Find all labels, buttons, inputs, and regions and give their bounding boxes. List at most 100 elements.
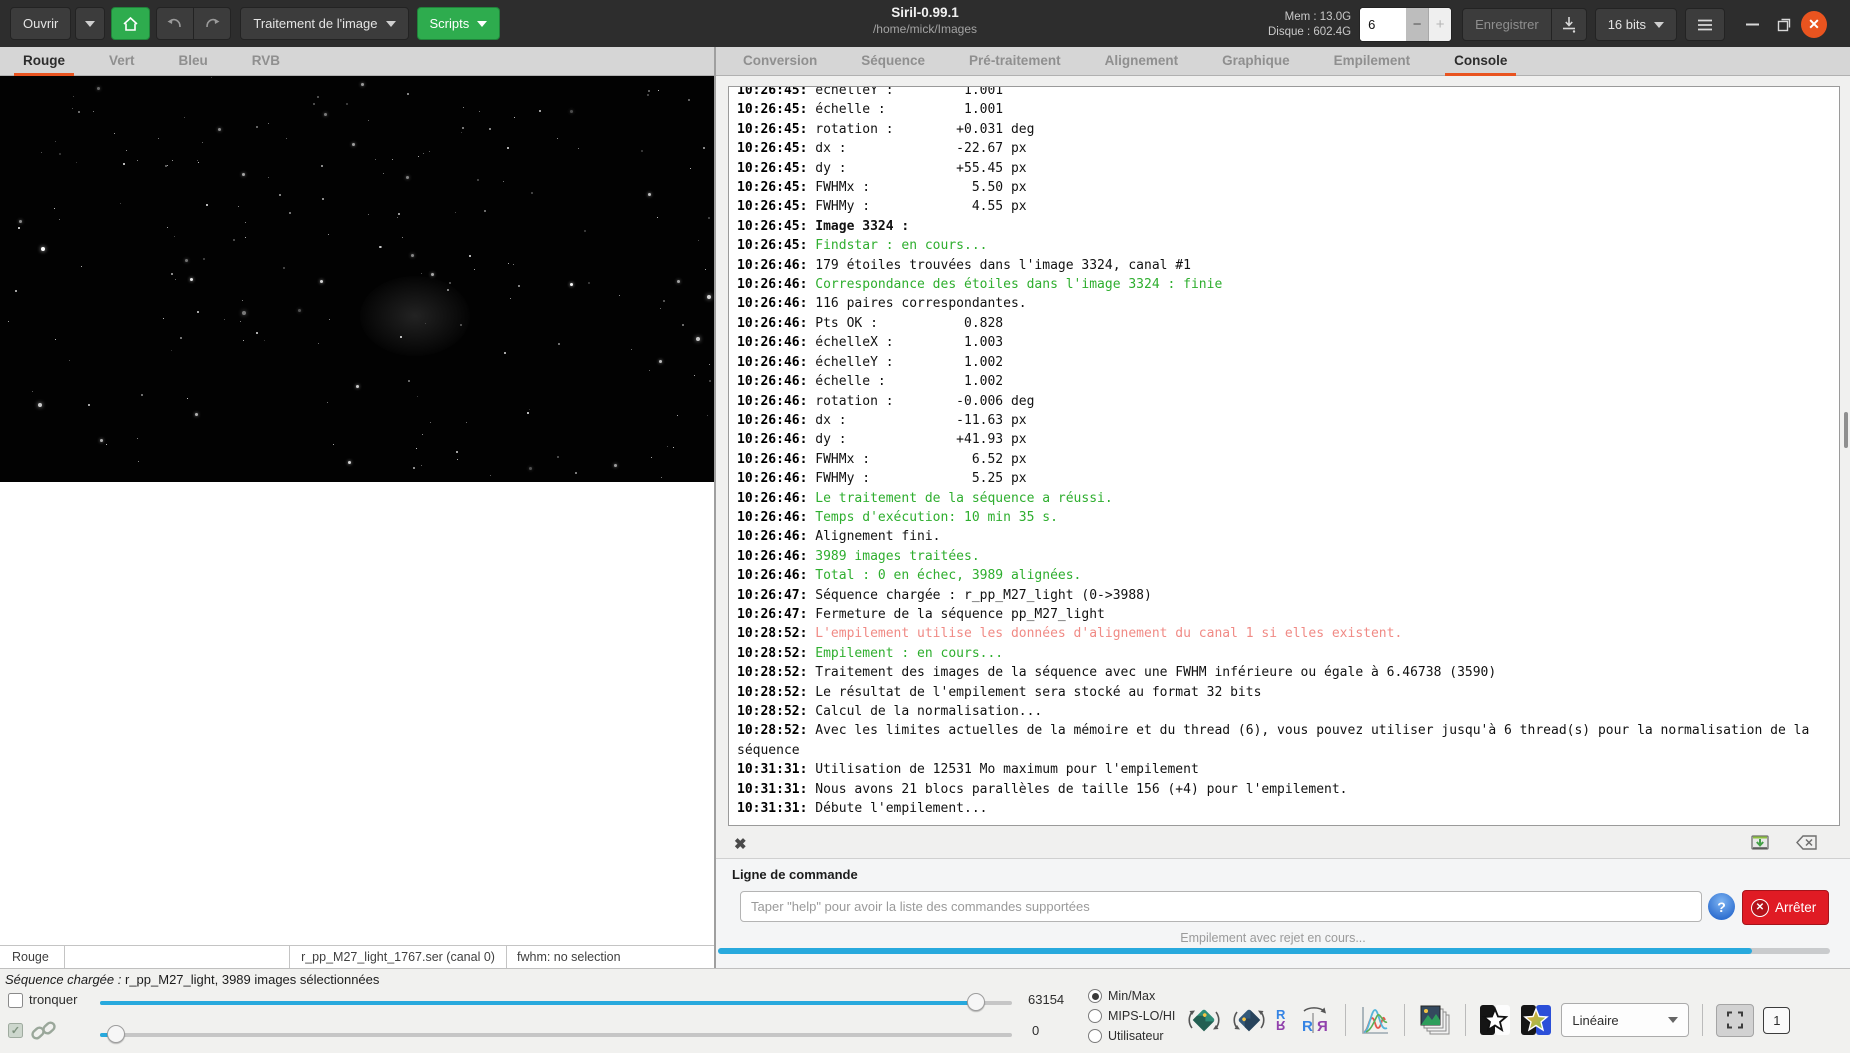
scripts-label: Scripts [429, 16, 470, 31]
resources-block: Mem : 13.0G Disque : 602.4G [1268, 10, 1351, 40]
tab-vert[interactable]: Vert [98, 47, 146, 76]
tab-bleu[interactable]: Bleu [168, 47, 219, 76]
clear-console-button[interactable] [1796, 835, 1818, 853]
display-footer: Séquence chargée : r_pp_M27_light, 3989 … [0, 968, 1850, 1053]
nebula-smudge [360, 276, 470, 356]
export-log-icon [1751, 834, 1769, 850]
help-button[interactable]: ? [1708, 893, 1735, 920]
mirror-horizontal-icon: R Я [1302, 1007, 1328, 1035]
link-checkbox[interactable]: ✓ [8, 1023, 23, 1038]
threads-increment-button[interactable]: + [1429, 8, 1452, 41]
menu-button[interactable] [1685, 8, 1725, 41]
radio-minmax[interactable]: Min/Max [1088, 989, 1155, 1003]
mirror-vertical-button[interactable]: R R [1276, 1008, 1285, 1033]
progress-fill [718, 948, 1753, 954]
console-line: 10:26:46: Le traitement de la séquence a… [737, 490, 1113, 506]
sequence-frames-button[interactable] [1418, 1003, 1452, 1037]
open-recent-button[interactable] [75, 7, 106, 40]
fit-to-window-button[interactable] [1716, 1003, 1755, 1037]
tab-conversion[interactable]: Conversion [732, 47, 828, 76]
tab-sequence[interactable]: Séquence [850, 47, 936, 76]
footer-toolbar: R R R Я Linéaire 1 [1186, 997, 1791, 1043]
channel-tabbar: Rouge Vert Bleu RVB [0, 47, 714, 76]
hi-threshold-slider[interactable] [100, 993, 1012, 1011]
histogram-icon [1362, 1007, 1389, 1034]
console-line: 10:31:31: Nous avons 21 blocs parallèles… [737, 781, 1348, 797]
console-line: 10:31:31: Utilisation de 12531 Mo maximu… [737, 762, 1199, 778]
console-line: 10:26:45: échelle : 1.001 [737, 102, 1004, 118]
radio-mips[interactable]: MIPS-LO/HI [1088, 1009, 1175, 1023]
console-line: 10:26:46: FWHMx : 6.52 px [737, 451, 1027, 467]
tab-rouge[interactable]: Rouge [12, 47, 76, 76]
radio-utilisateur[interactable]: Utilisateur [1088, 1029, 1164, 1043]
threads-decrement-button[interactable]: − [1406, 8, 1430, 41]
minimize-button[interactable] [1739, 12, 1765, 38]
close-button[interactable]: ✕ [1801, 11, 1827, 38]
command-input[interactable] [740, 891, 1702, 922]
console-line: 10:26:45: FWHMy : 4.55 px [737, 199, 1027, 215]
redo-icon [206, 18, 220, 27]
export-log-button[interactable] [1750, 834, 1770, 855]
stop-label: Arrêter [1775, 900, 1817, 915]
process-tabbar: Conversion Séquence Pré-traitement Align… [716, 47, 1850, 76]
histogram-button[interactable] [1359, 1004, 1391, 1036]
image-processing-label: Traitement de l'image [253, 16, 378, 31]
window-title-block: Siril-0.99.1 /home/mick/Images [700, 5, 1150, 36]
star-color-icon [1521, 1005, 1552, 1035]
command-section: Ligne de commande ? ✕ Arrêter Empilement… [716, 858, 1850, 968]
truncate-checkbox[interactable] [8, 993, 23, 1008]
chevron-down-icon [1668, 1017, 1679, 1023]
scripts-menu[interactable]: Scripts [416, 7, 501, 40]
console-line: 10:26:47: Séquence chargée : r_pp_M27_li… [737, 587, 1152, 603]
save-as-icon [1562, 17, 1575, 33]
console-line: 10:26:46: Pts OK : 0.828 [737, 315, 1004, 331]
scrollbar-thumb[interactable] [1844, 412, 1848, 448]
tab-pretraitement[interactable]: Pré-traitement [958, 47, 1072, 76]
tab-alignement[interactable]: Alignement [1094, 47, 1190, 76]
console-line: 10:26:47: Fermeture de la séquence pp_M2… [737, 606, 1105, 622]
undo-button[interactable] [156, 7, 195, 40]
restore-button[interactable] [1771, 12, 1797, 38]
console-line: 10:28:52: Traitement des images de la sé… [737, 665, 1497, 681]
redo-button[interactable] [194, 7, 232, 40]
console-line: 10:28:52: Empilement : en cours... [737, 645, 1004, 661]
console-line: 10:26:46: Temps d'exécution: 10 min 35 s… [737, 509, 1058, 525]
restore-icon [1777, 18, 1791, 31]
display-mode-dropdown[interactable]: Linéaire [1561, 1003, 1690, 1037]
rotate-ccw-button[interactable] [1186, 1002, 1222, 1038]
question-icon: ? [1717, 898, 1726, 915]
rotate-cw-icon [1233, 1009, 1265, 1032]
titlebar: Ouvrir Traitement de l'image Scripts Sir… [0, 0, 1850, 47]
control-panel: Conversion Séquence Pré-traitement Align… [716, 47, 1850, 968]
lo-slider-handle[interactable] [107, 1025, 126, 1043]
console-log[interactable]: 10:26:45: échelleY : 1.001 10:26:45: éche… [728, 86, 1840, 826]
threads-spinner[interactable]: 6 − + [1359, 7, 1453, 42]
save-as-button[interactable] [1551, 8, 1587, 41]
console-line: 10:26:45: Findstar : en cours... [737, 238, 988, 254]
status-channel: Rouge [0, 946, 65, 968]
console-line: 10:26:46: rotation : -0.006 deg [737, 393, 1035, 409]
star-detection-button[interactable] [1479, 1004, 1511, 1036]
rotate-cw-button[interactable] [1231, 1002, 1267, 1038]
mirror-horizontal-button[interactable]: R Я [1294, 1003, 1332, 1037]
console-line: 10:26:46: Alignement fini. [737, 529, 941, 545]
progress-text: Empilement avec rejet en cours... [1180, 931, 1366, 945]
save-button[interactable]: Enregistrer [1462, 8, 1552, 41]
tab-empilement[interactable]: Empilement [1323, 47, 1422, 76]
tab-console[interactable]: Console [1443, 47, 1518, 76]
hi-slider-handle[interactable] [966, 993, 985, 1011]
starfield-image[interactable] [0, 76, 714, 482]
stop-button[interactable]: ✕ Arrêter [1742, 890, 1830, 925]
bitdepth-dropdown[interactable]: 16 bits [1594, 8, 1677, 41]
zoom-one-to-one-button[interactable]: 1 [1763, 1006, 1791, 1034]
tab-rvb[interactable]: RVB [241, 47, 291, 76]
command-clear-button[interactable]: ✖ [734, 835, 747, 853]
psf-button[interactable] [1520, 1004, 1552, 1036]
open-button[interactable]: Ouvrir [10, 7, 72, 40]
threads-value: 6 [1360, 8, 1407, 41]
lo-threshold-slider[interactable] [100, 1025, 1012, 1043]
home-button[interactable] [111, 7, 151, 40]
status-empty-cell [65, 946, 290, 968]
image-processing-menu[interactable]: Traitement de l'image [240, 7, 409, 40]
tab-graphique[interactable]: Graphique [1211, 47, 1301, 76]
